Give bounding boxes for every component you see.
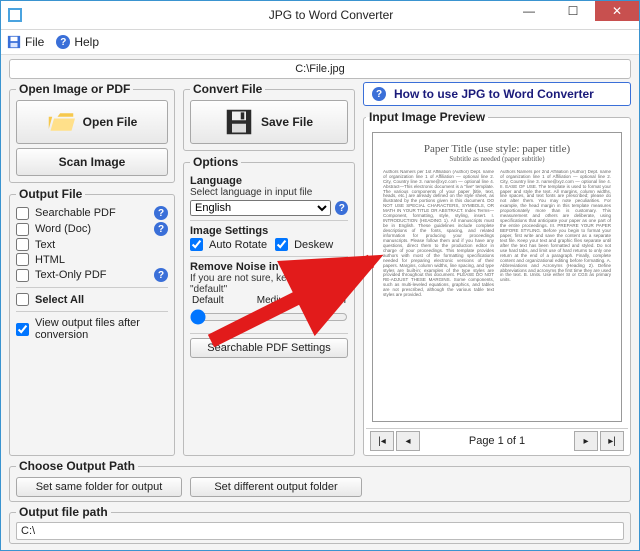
help-icon[interactable]: ?	[154, 206, 168, 220]
help-icon[interactable]: ?	[154, 268, 168, 282]
pager: |◂ ◂ Page 1 of 1 ▸ ▸|	[366, 428, 628, 453]
language-hint: Select language in input file	[190, 187, 348, 198]
output-legend: Output File	[16, 187, 85, 201]
pager-next-button[interactable]: ▸	[574, 431, 598, 451]
chk-deskew[interactable]: Deskew	[275, 237, 333, 252]
folder-open-icon	[47, 108, 75, 136]
doc-title: Paper Title (use style: paper title)	[424, 143, 570, 155]
floppy-icon	[225, 108, 253, 136]
pager-last-button[interactable]: ▸|	[600, 431, 624, 451]
pager-first-button[interactable]: |◂	[370, 431, 394, 451]
titlebar: JPG to Word Converter — ☐ ✕	[1, 1, 639, 30]
help-icon: ?	[372, 87, 386, 101]
choose-legend: Choose Output Path	[16, 459, 138, 473]
convert-group: Convert File Save File	[183, 82, 355, 151]
chk-textonly-pdf[interactable]: Text-Only PDF?	[16, 267, 168, 283]
preview-legend: Input Image Preview	[366, 110, 488, 124]
preview-page: Paper Title (use style: paper title) Sub…	[372, 132, 622, 422]
outpath-legend: Output file path	[16, 505, 111, 519]
language-label: Language	[190, 175, 348, 187]
noise-slider[interactable]	[190, 308, 348, 326]
chk-auto-rotate[interactable]: Auto Rotate	[190, 237, 267, 252]
help-icon: ?	[56, 35, 70, 49]
doc-col-left: Authors Name/s per 1st Affiliation (Auth…	[383, 170, 494, 415]
chk-html[interactable]: HTML	[16, 252, 168, 267]
convert-legend: Convert File	[190, 82, 265, 96]
menu-file[interactable]: File	[7, 35, 44, 49]
open-legend: Open Image or PDF	[16, 82, 133, 96]
chk-word[interactable]: Word (Doc)?	[16, 221, 168, 237]
help-icon[interactable]: ?	[335, 201, 348, 215]
chk-select-all[interactable]: Select All	[16, 292, 168, 307]
output-path-group: Output file path C:\	[9, 505, 631, 544]
chk-view-output[interactable]: View output files after conversion	[16, 316, 168, 342]
options-legend: Options	[190, 155, 241, 169]
scan-image-button[interactable]: Scan Image	[16, 148, 168, 176]
menubar: File ? Help	[1, 30, 639, 55]
close-button[interactable]: ✕	[595, 1, 639, 21]
options-group: Options Language Select language in inpu…	[183, 155, 355, 456]
set-diff-folder-button[interactable]: Set different output folder	[190, 477, 362, 497]
howto-link[interactable]: ? How to use JPG to Word Converter	[363, 82, 631, 106]
open-file-button[interactable]: Open File	[16, 100, 168, 144]
menu-help[interactable]: ? Help	[56, 35, 99, 49]
preview-group: Input Image Preview Paper Title (use sty…	[363, 110, 631, 456]
doc-subtitle: Subtitle as needed (paper subtitle)	[449, 156, 544, 164]
help-icon[interactable]: ?	[154, 222, 168, 236]
set-same-folder-button[interactable]: Set same folder for output	[16, 477, 182, 497]
searchable-pdf-settings-button[interactable]: Searchable PDF Settings	[190, 338, 348, 358]
language-select[interactable]: English	[190, 200, 331, 216]
maximize-button[interactable]: ☐	[551, 1, 595, 21]
output-path-input[interactable]: C:\	[16, 522, 624, 540]
chk-text[interactable]: Text	[16, 237, 168, 252]
noise-hint: If you are not sure, keep it as "default…	[190, 273, 348, 295]
doc-col-right: Authors Name/s per 2nd Affiliation (Auth…	[500, 170, 611, 415]
image-settings-label: Image Settings	[190, 225, 348, 237]
menu-file-label: File	[25, 35, 44, 49]
app-icon	[7, 7, 23, 23]
menu-help-label: Help	[74, 35, 99, 49]
noise-label: Remove Noise in Image	[190, 261, 348, 273]
output-file-group: Output File Searchable PDF? Word (Doc)? …	[9, 187, 175, 456]
save-file-button[interactable]: Save File	[190, 100, 348, 144]
file-path-box[interactable]: C:\File.jpg	[9, 59, 631, 79]
pager-label: Page 1 of 1	[422, 435, 572, 447]
minimize-button[interactable]: —	[507, 1, 551, 21]
open-group: Open Image or PDF Open File Scan Image	[9, 82, 175, 183]
choose-output-path-group: Choose Output Path Set same folder for o…	[9, 459, 631, 502]
chk-searchable-pdf[interactable]: Searchable PDF?	[16, 205, 168, 221]
save-icon	[7, 35, 21, 49]
pager-prev-button[interactable]: ◂	[396, 431, 420, 451]
